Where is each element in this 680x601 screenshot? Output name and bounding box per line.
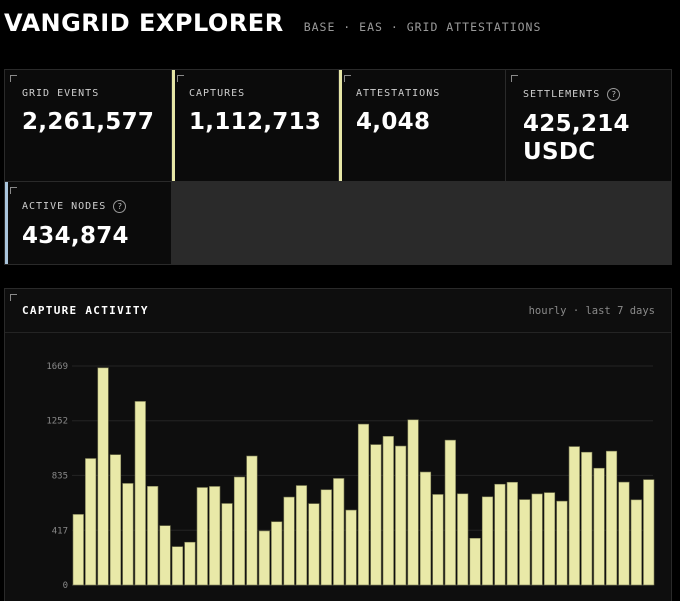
corner-marker	[344, 75, 351, 82]
activity-bar[interactable]	[494, 483, 506, 586]
corner-marker	[177, 75, 184, 82]
stat-card-captures: CAPTURES 1,112,713	[172, 70, 338, 181]
stats-grid: GRID EVENTS 2,261,577 CAPTURES 1,112,713…	[4, 69, 672, 265]
activity-bar[interactable]	[122, 483, 134, 586]
activity-bar[interactable]	[481, 496, 494, 586]
activity-bar[interactable]	[370, 444, 382, 586]
stat-card-settlements: SETTLEMENTS ? 425,214 USDC	[506, 70, 671, 181]
stat-value: 2,261,577	[22, 109, 155, 135]
stat-card-attestations: ATTESTATIONS 4,048	[339, 70, 505, 181]
activity-bar[interactable]	[184, 541, 196, 586]
activity-bar[interactable]	[605, 450, 618, 586]
app-subtitle: BASE · EAS · GRID ATTESTATIONS	[303, 20, 542, 34]
stat-label: SETTLEMENTS ?	[523, 88, 671, 101]
activity-bar[interactable]	[395, 445, 407, 586]
question-circle-icon[interactable]: ?	[113, 200, 127, 213]
capture-activity-panel: CAPTURE ACTIVITY hourly · last 7 days 0 4…	[4, 288, 672, 601]
activity-bar[interactable]	[419, 471, 432, 586]
stat-label: GRID EVENTS	[22, 88, 100, 99]
y-tick-label: 417	[52, 526, 68, 536]
activity-bar[interactable]	[221, 503, 233, 586]
stat-value: 4,048	[356, 109, 431, 135]
activity-bar[interactable]	[630, 499, 642, 586]
activity-bar[interactable]	[618, 481, 630, 586]
activity-bar[interactable]	[407, 419, 419, 586]
activity-bar[interactable]	[109, 454, 122, 586]
question-circle-icon[interactable]: ?	[607, 88, 621, 101]
activity-bar[interactable]	[258, 530, 270, 586]
accent-bar	[172, 70, 175, 181]
activity-bar[interactable]	[233, 476, 246, 586]
activity-bar[interactable]	[271, 521, 283, 586]
activity-bar[interactable]	[506, 481, 518, 586]
panel-header: CAPTURE ACTIVITY hourly · last 7 days	[5, 289, 671, 333]
activity-bar[interactable]	[432, 494, 444, 586]
corner-marker	[511, 75, 518, 82]
app-header: VANGRID EXPLORER BASE · EAS · GRID ATTES…	[4, 9, 541, 43]
activity-bar[interactable]	[469, 537, 481, 586]
app-title: VANGRID EXPLORER	[4, 9, 284, 37]
activity-bar[interactable]	[531, 493, 543, 586]
activity-bar[interactable]	[345, 509, 357, 586]
activity-bar[interactable]	[543, 492, 556, 586]
activity-bar[interactable]	[97, 367, 109, 586]
stat-label: ACTIVE NODES ?	[22, 200, 171, 213]
activity-bar[interactable]	[457, 493, 469, 586]
activity-bar[interactable]	[196, 487, 208, 586]
activity-bar[interactable]	[147, 486, 159, 586]
stat-value: 1,112,713	[189, 109, 322, 135]
activity-bar[interactable]	[333, 478, 345, 586]
stat-value: 425,214 USDC	[523, 110, 671, 166]
activity-bar[interactable]	[593, 467, 605, 586]
activity-bar[interactable]	[308, 503, 320, 586]
y-tick-label: 1252	[46, 417, 68, 427]
activity-bar[interactable]	[643, 479, 655, 586]
accent-bar	[5, 182, 8, 264]
y-tick-label: 1669	[46, 362, 68, 372]
stat-card-active-nodes: ACTIVE NODES ? 434,874	[5, 182, 171, 264]
corner-marker	[10, 187, 17, 194]
activity-bar[interactable]	[519, 499, 531, 586]
corner-marker	[10, 294, 17, 301]
panel-title: CAPTURE ACTIVITY	[22, 304, 149, 317]
activity-bar[interactable]	[246, 455, 258, 586]
activity-bar[interactable]	[320, 489, 332, 586]
activity-bar[interactable]	[581, 451, 593, 586]
activity-bar[interactable]	[159, 525, 171, 586]
stat-label: ATTESTATIONS	[356, 88, 441, 99]
corner-marker	[10, 75, 17, 82]
capture-activity-chart: 0 417 835 1252 1669	[46, 362, 655, 591]
activity-bar[interactable]	[85, 458, 97, 586]
activity-bar[interactable]	[72, 514, 84, 586]
activity-bar[interactable]	[568, 446, 580, 586]
y-tick-label: 835	[52, 471, 68, 481]
stat-unit: USDC	[523, 139, 596, 165]
activity-bar[interactable]	[295, 485, 308, 586]
activity-bar[interactable]	[171, 546, 184, 586]
activity-bar[interactable]	[134, 401, 146, 586]
stat-label: CAPTURES	[189, 88, 246, 99]
panel-caption: hourly · last 7 days	[528, 304, 655, 317]
activity-bar[interactable]	[283, 496, 295, 586]
stat-card-grid-events: GRID EVENTS 2,261,577	[5, 70, 171, 181]
y-tick-label: 0	[63, 581, 68, 591]
activity-bar[interactable]	[444, 439, 456, 586]
activity-bar[interactable]	[209, 486, 221, 586]
stat-value: 434,874	[22, 223, 129, 249]
activity-bar[interactable]	[556, 500, 568, 586]
accent-bar	[339, 70, 342, 181]
activity-bar[interactable]	[382, 436, 394, 586]
activity-bar[interactable]	[357, 423, 370, 586]
